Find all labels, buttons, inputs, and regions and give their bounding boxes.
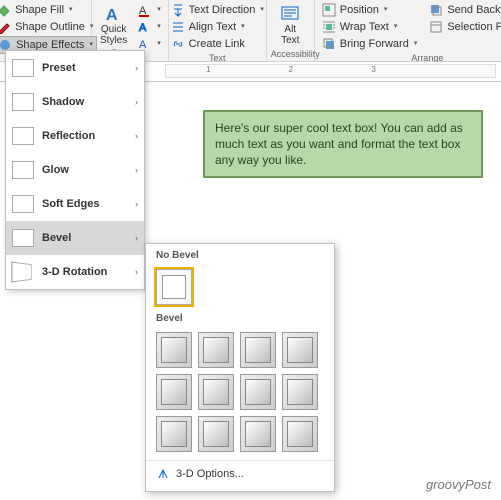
bevel-swatch[interactable]	[282, 374, 318, 410]
shadow-icon	[12, 93, 34, 111]
send-backward-button[interactable]: Send Backward▾	[426, 2, 501, 18]
alt-text-icon	[280, 4, 300, 24]
glow-icon	[12, 161, 34, 179]
bevel-swatch-grid	[146, 328, 334, 460]
bevel-swatch[interactable]	[156, 416, 192, 452]
text-direction-button[interactable]: Text Direction▾	[168, 2, 267, 18]
bevel-flyout: No Bevel Bevel 3-D Options...	[145, 243, 335, 492]
no-bevel-swatch[interactable]	[156, 269, 192, 305]
position-icon	[322, 3, 336, 17]
link-icon	[171, 37, 185, 51]
soft-edges-label: Soft Edges	[42, 198, 99, 210]
bevel-label: Bevel	[42, 232, 71, 244]
menu-item-3d-rotation[interactable]: 3-D Rotation ›	[6, 255, 144, 289]
align-text-icon	[171, 20, 185, 34]
3d-options-label: 3-D Options...	[176, 468, 244, 480]
chevron-right-icon: ›	[135, 199, 138, 209]
bevel-swatch[interactable]	[198, 416, 234, 452]
menu-item-glow[interactable]: Glow ›	[6, 153, 144, 187]
create-link-button[interactable]: Create Link	[168, 36, 267, 52]
no-bevel-section-label: No Bevel	[146, 244, 334, 265]
chevron-right-icon: ›	[135, 97, 138, 107]
menu-item-soft-edges[interactable]: Soft Edges ›	[6, 187, 144, 221]
wrap-text-icon	[322, 20, 336, 34]
3d-options-icon	[156, 467, 170, 481]
alt-text-label: Alt Text	[281, 24, 299, 46]
position-button[interactable]: Position▾	[319, 2, 421, 18]
bevel-section-label: Bevel	[146, 307, 334, 328]
soft-edges-icon	[12, 195, 34, 213]
text-fill-icon: A	[138, 3, 152, 17]
watermark: groovyPost	[426, 477, 491, 492]
quick-styles-label: Quick Styles	[100, 24, 127, 46]
bevel-swatch[interactable]	[240, 374, 276, 410]
shape-outline-label: Shape Outline	[15, 20, 85, 34]
wrap-text-button[interactable]: Wrap Text▾	[319, 19, 421, 35]
position-label: Position	[340, 3, 379, 17]
chevron-right-icon: ›	[135, 63, 138, 73]
sample-text-box[interactable]: Here's our super cool text box! You can …	[203, 110, 483, 178]
shape-outline-button[interactable]: Shape Outline▾	[0, 19, 97, 35]
chevron-right-icon: ›	[135, 233, 138, 243]
3d-options-button[interactable]: 3-D Options...	[146, 460, 334, 487]
bevel-swatch[interactable]	[240, 416, 276, 452]
text-outline-button[interactable]: A▾	[135, 19, 164, 35]
rotation-3d-label: 3-D Rotation	[42, 266, 107, 278]
bevel-swatch[interactable]	[282, 332, 318, 368]
bevel-swatch[interactable]	[198, 374, 234, 410]
reflection-label: Reflection	[42, 130, 95, 142]
bring-forward-label: Bring Forward	[340, 37, 409, 51]
menu-item-shadow[interactable]: Shadow ›	[6, 85, 144, 119]
svg-text:A: A	[139, 22, 147, 34]
shape-effects-menu: Preset › Shadow › Reflection › Glow › Soft E…	[5, 50, 145, 290]
text-outline-icon: A	[138, 20, 152, 34]
menu-item-reflection[interactable]: Reflection ›	[6, 119, 144, 153]
pencil-icon	[0, 20, 11, 34]
chevron-right-icon: ›	[135, 131, 138, 141]
selection-pane-button[interactable]: Selection Pane	[426, 19, 501, 35]
rotation-3d-icon	[11, 261, 31, 282]
text-fill-button[interactable]: A▾	[135, 2, 164, 18]
bucket-icon	[0, 3, 11, 17]
send-backward-label: Send Backward	[447, 3, 501, 17]
text-box-content: Here's our super cool text box! You can …	[215, 121, 463, 167]
text-effects-icon: A	[138, 37, 152, 51]
bevel-swatch[interactable]	[240, 332, 276, 368]
bring-forward-button[interactable]: Bring Forward▾	[319, 36, 421, 52]
text-direction-label: Text Direction	[189, 3, 256, 17]
shape-fill-button[interactable]: Shape Fill▾	[0, 2, 97, 18]
accessibility-group-label: Accessibility	[271, 48, 310, 61]
bring-forward-icon	[322, 37, 336, 51]
bevel-swatch[interactable]	[282, 416, 318, 452]
selection-pane-icon	[429, 20, 443, 34]
ruler-marks: 1 2 3	[165, 64, 496, 78]
selection-pane-label: Selection Pane	[447, 20, 501, 34]
bevel-icon	[12, 229, 34, 247]
text-direction-icon	[171, 3, 185, 17]
glow-label: Glow	[42, 164, 69, 176]
wrap-text-label: Wrap Text	[340, 20, 389, 34]
preset-label: Preset	[42, 62, 76, 74]
create-link-label: Create Link	[189, 37, 245, 51]
menu-item-preset[interactable]: Preset ›	[6, 51, 144, 85]
send-backward-icon	[429, 3, 443, 17]
menu-item-bevel[interactable]: Bevel ›	[6, 221, 144, 255]
reflection-icon	[12, 127, 34, 145]
alt-text-button[interactable]: Alt Text	[276, 2, 304, 48]
preset-icon	[12, 59, 34, 77]
align-text-button[interactable]: Align Text▾	[168, 19, 267, 35]
align-text-label: Align Text	[189, 20, 237, 34]
letter-a-icon: A	[104, 4, 124, 24]
chevron-right-icon: ›	[135, 267, 138, 277]
svg-text:A: A	[106, 7, 118, 24]
bevel-swatch[interactable]	[156, 374, 192, 410]
bevel-swatch[interactable]	[156, 332, 192, 368]
chevron-right-icon: ›	[135, 165, 138, 175]
shadow-label: Shadow	[42, 96, 84, 108]
bevel-swatch[interactable]	[198, 332, 234, 368]
shape-fill-label: Shape Fill	[15, 3, 64, 17]
